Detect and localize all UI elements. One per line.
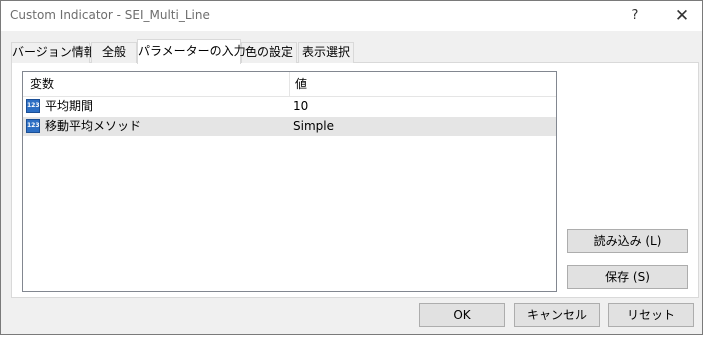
list-header: 変数 値 xyxy=(23,72,556,97)
custom-indicator-dialog: Custom Indicator - SEI_Multi_Line ? ✕ バー… xyxy=(0,0,703,335)
parameter-value[interactable]: Simple xyxy=(293,117,334,136)
tab-parameters[interactable]: パラメーターの入力 xyxy=(137,39,246,64)
table-row[interactable]: 123 移動平均メソッド Simple xyxy=(23,117,556,136)
parameter-value[interactable]: 10 xyxy=(293,97,308,116)
ok-button[interactable]: OK xyxy=(419,303,505,327)
help-icon[interactable]: ? xyxy=(625,6,645,26)
tab-visualization[interactable]: 表示選択 xyxy=(298,42,354,63)
reset-button[interactable]: リセット xyxy=(608,303,694,327)
integer-type-icon: 123 xyxy=(26,99,40,113)
parameters-list[interactable]: 変数 値 123 平均期間 10 123 移動平均メソッド Simple xyxy=(22,71,557,292)
parameter-name: 平均期間 xyxy=(45,99,94,113)
window-title: Custom Indicator - SEI_Multi_Line xyxy=(10,8,210,22)
table-row[interactable]: 123 平均期間 10 xyxy=(23,97,556,116)
save-button[interactable]: 保存 (S) xyxy=(567,265,688,289)
tab-general[interactable]: 全般 xyxy=(91,42,137,63)
column-divider[interactable] xyxy=(289,72,290,96)
column-header-value[interactable]: 値 xyxy=(295,72,307,96)
parameter-name: 移動平均メソッド xyxy=(45,119,142,133)
cancel-button[interactable]: キャンセル xyxy=(514,303,600,327)
tab-version-info[interactable]: バージョン情報 xyxy=(11,42,96,63)
close-icon[interactable]: ✕ xyxy=(671,5,693,27)
title-bar: Custom Indicator - SEI_Multi_Line ? ✕ xyxy=(1,1,702,31)
column-header-variable[interactable]: 変数 xyxy=(30,72,54,96)
load-button[interactable]: 読み込み (L) xyxy=(567,229,688,253)
integer-type-icon: 123 xyxy=(26,119,40,133)
tab-colors[interactable]: 色の設定 xyxy=(241,42,297,63)
